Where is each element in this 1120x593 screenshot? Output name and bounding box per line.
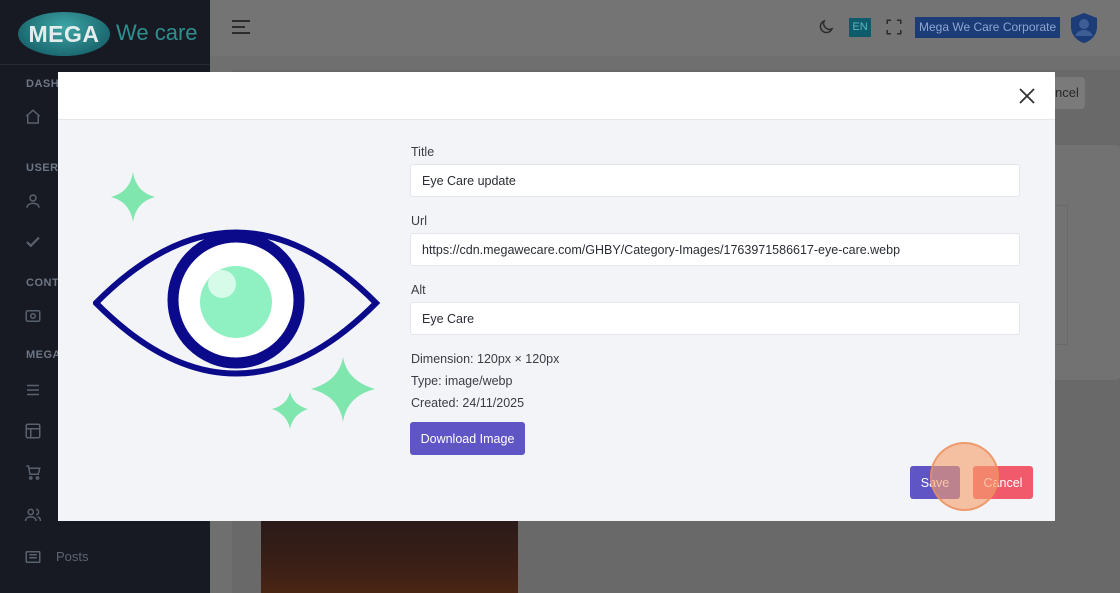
alt-label: Alt	[411, 283, 426, 297]
image-type: Type: image/webp	[411, 374, 513, 388]
sidebar-section-mega: MEGA	[26, 349, 61, 361]
image-created-date: Created: 24/11/2025	[411, 396, 525, 410]
layout-icon[interactable]	[24, 422, 42, 440]
url-input[interactable]	[410, 233, 1020, 266]
eye-care-icon	[91, 172, 381, 429]
dark-mode-icon[interactable]	[817, 18, 835, 36]
background-cancel-button[interactable]: ncel	[1055, 77, 1085, 109]
background-image-thumbnail	[261, 521, 518, 593]
logo-text: We care	[116, 20, 198, 45]
sidebar-item-posts[interactable]: Posts	[56, 549, 89, 564]
url-label: Url	[411, 214, 427, 228]
save-button[interactable]: Save	[910, 466, 960, 499]
image-dimension: Dimension: 120px × 120px	[411, 352, 560, 366]
user-avatar-icon[interactable]	[1069, 12, 1099, 44]
image-icon[interactable]	[24, 307, 42, 325]
alt-input[interactable]	[410, 302, 1020, 335]
sidebar-section-dashboard: DASH	[26, 78, 60, 90]
posts-icon[interactable]	[24, 548, 42, 566]
menu-toggle-icon[interactable]	[232, 19, 250, 35]
home-icon[interactable]	[24, 108, 42, 126]
user-icon[interactable]	[24, 192, 42, 210]
sidebar-section-content: CONT	[26, 277, 60, 289]
modal-header	[58, 72, 1055, 120]
close-icon[interactable]	[1018, 87, 1036, 105]
title-label: Title	[411, 145, 435, 159]
list-icon[interactable]	[24, 381, 42, 399]
cart-icon[interactable]	[24, 463, 42, 481]
logo-mark-text: MEGA	[28, 21, 100, 47]
fullscreen-icon[interactable]	[885, 18, 903, 36]
check-icon[interactable]	[24, 233, 42, 251]
cancel-button[interactable]: Cancel	[973, 466, 1033, 499]
download-image-button[interactable]: Download Image	[410, 422, 525, 455]
language-switcher[interactable]: EN	[849, 18, 871, 37]
sidebar-divider	[0, 64, 210, 65]
user-menu[interactable]: Mega We Care Corporate	[915, 17, 1061, 38]
logo-mark: MEGA	[18, 12, 110, 56]
brand-logo[interactable]: MEGA We care	[18, 10, 198, 60]
title-input[interactable]	[410, 164, 1020, 197]
image-preview	[91, 172, 383, 437]
users-icon[interactable]	[24, 506, 42, 524]
image-details-modal: Title Url Alt Dimension: 120px × 120px T…	[58, 72, 1055, 521]
